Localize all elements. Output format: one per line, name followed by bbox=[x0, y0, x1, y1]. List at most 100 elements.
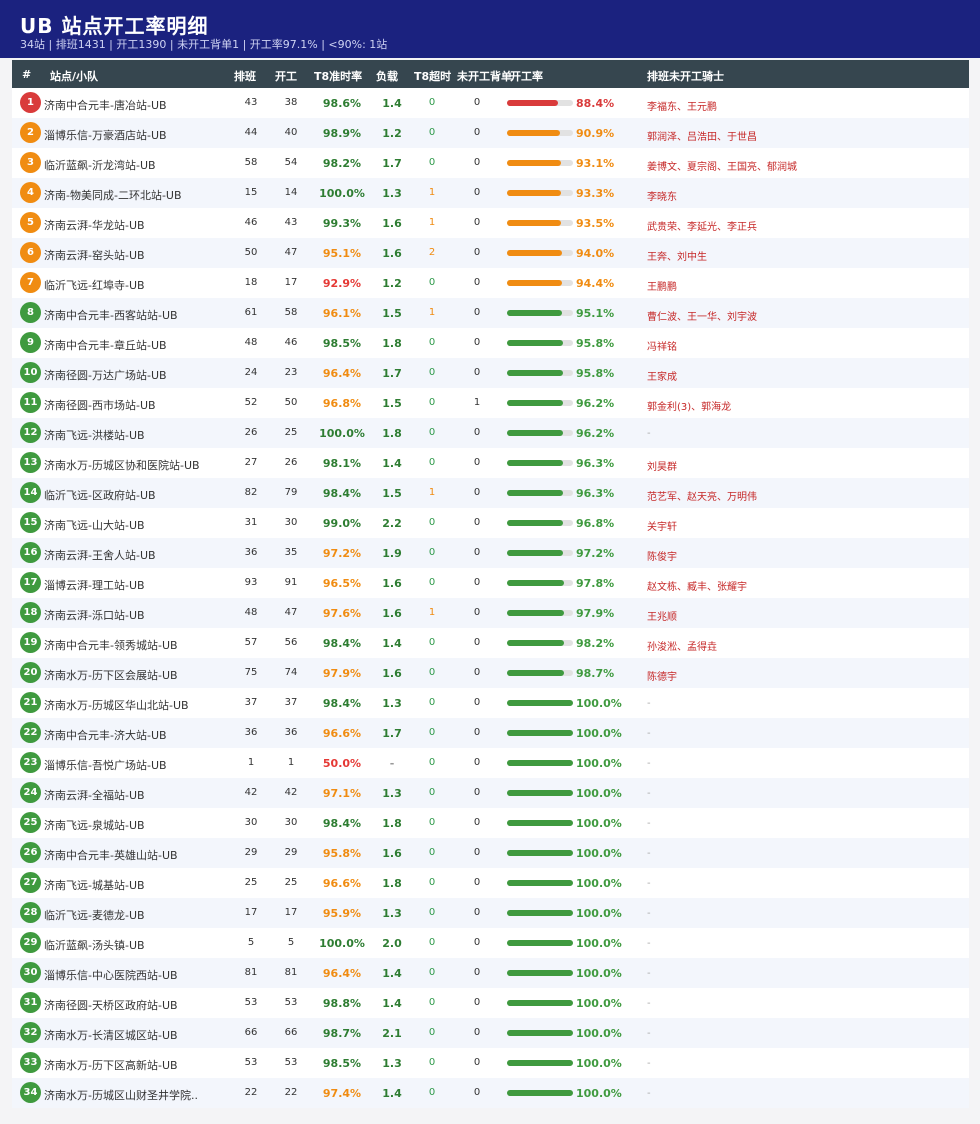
rank-badge: 2 bbox=[20, 122, 41, 143]
scheduled-count: 42 bbox=[244, 787, 258, 798]
unopened-riders: - bbox=[647, 908, 651, 919]
rate-bar bbox=[507, 940, 573, 946]
rank-badge: 17 bbox=[20, 572, 41, 593]
t8-overtime-count: 0 bbox=[428, 547, 436, 558]
rank-badge: 26 bbox=[20, 842, 41, 863]
t8-ontime-rate: 96.5% bbox=[322, 577, 362, 590]
col-t8: T8准时率 bbox=[314, 70, 363, 83]
t8-ontime-rate: 98.5% bbox=[322, 337, 362, 350]
unopen-count: 0 bbox=[473, 367, 481, 378]
rank-badge: 29 bbox=[20, 932, 41, 953]
t8-overtime-count: 0 bbox=[428, 127, 436, 138]
rank-badge: 7 bbox=[20, 272, 41, 293]
open-rate: 100.0% bbox=[576, 757, 622, 770]
t8-overtime-count: 0 bbox=[428, 787, 436, 798]
open-rate: 93.5% bbox=[576, 217, 615, 230]
rank-badge: 20 bbox=[20, 662, 41, 683]
summary-line: 34站 | 排班1431 | 开工1390 | 未开工背单1 | 开工率97.1… bbox=[20, 38, 388, 51]
t8-overtime-count: 0 bbox=[428, 817, 436, 828]
load-value: 1.4 bbox=[382, 457, 402, 470]
unopened-riders: 刘昊群 bbox=[647, 462, 677, 473]
rate-bar-fill bbox=[507, 370, 563, 376]
col-sched: 排班 bbox=[234, 70, 256, 83]
t8-ontime-rate: 96.1% bbox=[322, 307, 362, 320]
scheduled-count: 48 bbox=[244, 607, 258, 618]
load-value: 1.6 bbox=[382, 607, 402, 620]
rate-bar-fill bbox=[507, 640, 564, 646]
scheduled-count: 17 bbox=[244, 907, 258, 918]
t8-ontime-rate: 50.0% bbox=[322, 757, 362, 770]
t8-ontime-rate: 99.0% bbox=[322, 517, 362, 530]
table-row: 11 济南径圆-西市场站-UB 52 50 96.8% 1.5 0 1 96.2% 郭金利(3)、… bbox=[12, 388, 969, 418]
t8-ontime-rate: 92.9% bbox=[322, 277, 362, 290]
open-count: 40 bbox=[284, 127, 298, 138]
t8-ontime-rate: 97.6% bbox=[322, 607, 362, 620]
unopen-count: 0 bbox=[473, 187, 481, 198]
rate-bar bbox=[507, 280, 573, 286]
open-rate: 100.0% bbox=[576, 727, 622, 740]
open-rate: 97.8% bbox=[576, 577, 615, 590]
open-rate: 96.3% bbox=[576, 487, 615, 500]
open-count: 66 bbox=[284, 1027, 298, 1038]
scheduled-count: 58 bbox=[244, 157, 258, 168]
unopen-count: 0 bbox=[473, 907, 481, 918]
open-count: 46 bbox=[284, 337, 298, 348]
rate-bar bbox=[507, 490, 573, 496]
scheduled-count: 48 bbox=[244, 337, 258, 348]
open-rate: 95.1% bbox=[576, 307, 615, 320]
load-value: 1.8 bbox=[382, 817, 402, 830]
open-rate: 95.8% bbox=[576, 367, 615, 380]
open-rate: 97.9% bbox=[576, 607, 615, 620]
t8-overtime-count: 0 bbox=[428, 517, 436, 528]
t8-overtime-count: 1 bbox=[428, 187, 436, 198]
t8-overtime-count: 0 bbox=[428, 847, 436, 858]
open-count: 50 bbox=[284, 397, 298, 408]
scheduled-count: 15 bbox=[244, 187, 258, 198]
unopen-count: 0 bbox=[473, 757, 481, 768]
unopen-count: 0 bbox=[473, 337, 481, 348]
rate-bar-fill bbox=[507, 520, 563, 526]
open-rate: 97.2% bbox=[576, 547, 615, 560]
rate-bar bbox=[507, 610, 573, 616]
open-rate: 100.0% bbox=[576, 937, 622, 950]
unopened-riders: 武贵荣、李延光、李正兵 bbox=[647, 222, 757, 233]
table-row: 13 济南水万-历城区协和医院站-UB 27 26 98.1% 1.4 0 0 96.3% 刘昊群 bbox=[12, 448, 969, 478]
station-name: 济南云湃-窑头站-UB bbox=[44, 249, 145, 262]
rate-bar-fill bbox=[507, 460, 563, 466]
table-row: 6 济南云湃-窑头站-UB 50 47 95.1% 1.6 2 0 94.0% 王奔、刘中生 bbox=[12, 238, 969, 268]
unopen-count: 0 bbox=[473, 247, 481, 258]
open-rate: 94.4% bbox=[576, 277, 615, 290]
load-value: 1.7 bbox=[382, 727, 402, 740]
open-count: 30 bbox=[284, 817, 298, 828]
rate-bar bbox=[507, 580, 573, 586]
open-rate: 93.1% bbox=[576, 157, 615, 170]
unopened-riders: - bbox=[647, 848, 651, 859]
open-rate: 100.0% bbox=[576, 697, 622, 710]
rate-bar bbox=[507, 220, 573, 226]
unopen-count: 0 bbox=[473, 937, 481, 948]
rate-bar-fill bbox=[507, 670, 564, 676]
load-value: 1.3 bbox=[382, 187, 402, 200]
open-rate: 96.2% bbox=[576, 397, 615, 410]
unopen-count: 0 bbox=[473, 877, 481, 888]
station-name: 济南云湃-全福站-UB bbox=[44, 789, 145, 802]
t8-ontime-rate: 98.6% bbox=[322, 97, 362, 110]
station-name: 临沂蓝飙-汤头镇-UB bbox=[44, 939, 145, 952]
station-name: 济南云湃-王舍人站-UB bbox=[44, 549, 156, 562]
open-count: 58 bbox=[284, 307, 298, 318]
t8-ontime-rate: 95.8% bbox=[322, 847, 362, 860]
station-name: 济南径圆-西市场站-UB bbox=[44, 399, 156, 412]
rank-badge: 33 bbox=[20, 1052, 41, 1073]
scheduled-count: 26 bbox=[244, 427, 258, 438]
rank-badge: 14 bbox=[20, 482, 41, 503]
col-load: 负载 bbox=[376, 70, 398, 83]
t8-overtime-count: 0 bbox=[428, 877, 436, 888]
unopened-riders: - bbox=[647, 1028, 651, 1039]
load-value: 1.5 bbox=[382, 487, 402, 500]
station-name: 济南中合元丰-章丘站-UB bbox=[44, 339, 167, 352]
table-row: 1 济南中合元丰-唐冶站-UB 43 38 98.6% 1.4 0 0 88.4% 李福东、王元鹏 bbox=[12, 88, 969, 118]
load-value: 1.7 bbox=[382, 157, 402, 170]
load-value: 1.3 bbox=[382, 697, 402, 710]
scheduled-count: 46 bbox=[244, 217, 258, 228]
rate-bar bbox=[507, 310, 573, 316]
